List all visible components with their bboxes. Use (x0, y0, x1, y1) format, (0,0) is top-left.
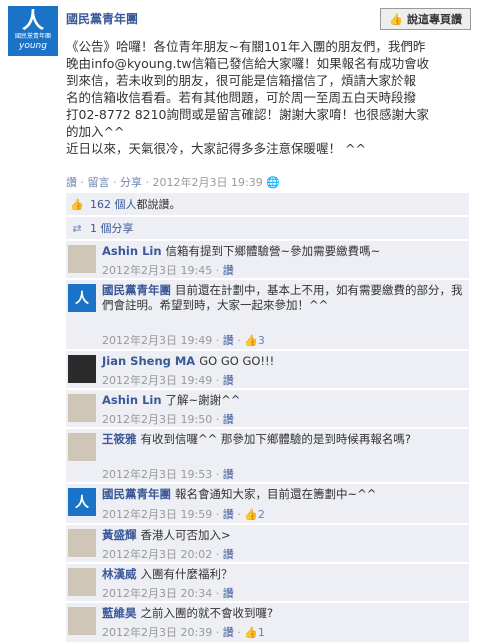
like-page-button[interactable]: 👍 說這專頁讚 (380, 8, 471, 30)
comment-meta: 2012年2月3日 19:45 · 讚 (102, 264, 234, 277)
comment-like-count[interactable]: 3 (258, 334, 265, 347)
page-avatar[interactable]: 人 國民黨青年團 young (8, 6, 58, 56)
post-meta: 讚 · 留言 · 分享 · 2012年2月3日 19:39 🌐 (66, 176, 280, 189)
comment-text: 入團有什麼福利？ (140, 567, 233, 581)
comment-item: 黃盛輝 香港人可否加入> 2012年2月3日 20:02 · 讚 (66, 524, 469, 562)
comment-meta: 2012年2月3日 19:53 · 讚 (102, 468, 234, 481)
commenter-avatar[interactable]: 人 (68, 488, 96, 516)
likes-count-link[interactable]: 162 個人 (90, 198, 137, 211)
comment-like-link[interactable]: 讚 (223, 508, 234, 521)
comment-like-link[interactable]: 讚 (223, 413, 234, 426)
logo-word-text: young (19, 41, 47, 51)
likes-text: 都說讚。 (136, 198, 181, 211)
comment-text: GO GO GO!!! (199, 354, 275, 368)
comment-like-link[interactable]: 讚 (223, 374, 234, 387)
comment-item: 人 國民黨青年團 目前還在計劃中，基本上不用，如有需要繳費的部分，我們會註明。希望… (66, 279, 469, 349)
post-line: 打02-8772 8210詢問或是留言確認！謝謝大家唷！也很感謝大家 (66, 107, 430, 122)
commenter-avatar[interactable] (68, 607, 96, 635)
kmt-logo-icon: 人 (21, 9, 44, 34)
comment-time[interactable]: 2012年2月3日 20:34 (102, 587, 212, 600)
comment-meta: 2012年2月3日 20:39 · 讚 · 👍1 (102, 626, 265, 639)
comment-time[interactable]: 2012年2月3日 19:45 (102, 264, 212, 277)
comment-meta: 2012年2月3日 20:34 · 讚 (102, 587, 234, 600)
comment-text: 香港人可否加入> (140, 528, 231, 542)
comment-item: 藍維昊 之前入團的就不會收到囉? 2012年2月3日 20:39 · 讚 · 👍1 (66, 602, 469, 642)
comment-like-link[interactable]: 讚 (223, 626, 234, 639)
comment-item: Ashin Lin 了解~謝謝^^ 2012年2月3日 19:50 · 讚 (66, 389, 469, 427)
comment-text: 報名會通知大家，目前還在籌劃中~^^ (175, 487, 377, 501)
comment-meta: 2012年2月3日 19:50 · 讚 (102, 413, 234, 426)
post-line: 《公告》哈囉！各位青年朋友~有關101年入團的朋友們，我們昨 (66, 39, 426, 54)
commenter-avatar[interactable] (68, 529, 96, 557)
comment-author[interactable]: 國民黨青年團 (102, 283, 171, 297)
comment-text: 有收到信囉^^ 那參加下鄉體驗的是到時候再報名嗎? (140, 432, 412, 446)
comment-author[interactable]: 王筱雅 (102, 432, 137, 446)
comment-author[interactable]: 藍維昊 (102, 606, 137, 620)
post-line: 到來信，若未收到的朋友，很可能是信箱擋信了，煩請大家於報 (66, 73, 417, 88)
comment-like-link[interactable]: 讚 (223, 587, 234, 600)
comment-author[interactable]: Ashin Lin (102, 244, 162, 258)
commenter-avatar[interactable] (68, 394, 96, 422)
comment-item: Ashin Lin 信箱有提到下鄉體驗營~參加需要繳費嗎~ 2012年2月3日 1… (66, 240, 469, 278)
comment-author[interactable]: 林漢威 (102, 567, 137, 581)
comment-like-link[interactable]: 讚 (223, 468, 234, 481)
shares-bar: ⇄ 1 個分享 (66, 217, 469, 239)
post-line: 近日以來，天氣很冷，大家記得多多注意保暖喔！ ^^ (66, 141, 366, 156)
logo-sub-text: 國民黨青年團 (14, 33, 51, 40)
shares-link[interactable]: 1 個分享 (90, 220, 134, 236)
comment-meta: 2012年2月3日 20:02 · 讚 (102, 548, 234, 561)
comment-like-link[interactable]: 讚 (223, 334, 234, 347)
thumbs-up-icon: 👍 (389, 12, 403, 26)
comment-like-count[interactable]: 1 (258, 626, 265, 639)
commenter-avatar[interactable] (68, 433, 96, 461)
comment-time[interactable]: 2012年2月3日 19:50 (102, 413, 212, 426)
share-icon: ⇄ (72, 221, 82, 235)
post-like-link[interactable]: 讚 (66, 176, 77, 189)
post-line: 晚由info@kyoung.tw信箱已發信給大家囉！如果報名有成功會收 (66, 56, 430, 71)
post-body: 《公告》哈囉！各位青年朋友~有關101年入團的朋友們，我們昨 晚由info@ky… (66, 38, 466, 157)
post-line: 的加入^^ (66, 124, 125, 139)
page-name-link[interactable]: 國民黨青年團 (66, 10, 138, 27)
comment-meta: 2012年2月3日 19:59 · 讚 · 👍2 (102, 508, 265, 521)
comment-text: 之前入團的就不會收到囉? (140, 606, 274, 620)
comment-like-link[interactable]: 讚 (223, 548, 234, 561)
comment-text: 信箱有提到下鄉體驗營~參加需要繳費嗎~ (165, 244, 381, 258)
commenter-avatar[interactable]: 人 (68, 284, 96, 312)
like-page-label: 說這專頁讚 (407, 13, 462, 26)
comment-author[interactable]: Ashin Lin (102, 393, 162, 407)
comment-author[interactable]: 國民黨青年團 (102, 487, 171, 501)
comment-author[interactable]: 黃盛輝 (102, 528, 137, 542)
comment-like-count[interactable]: 2 (258, 508, 265, 521)
likes-bar: 👍 162 個人都說讚。 (66, 193, 469, 215)
comment-like-link[interactable]: 讚 (223, 264, 234, 277)
comment-time[interactable]: 2012年2月3日 19:59 (102, 508, 212, 521)
post-comment-link[interactable]: 留言 (88, 176, 110, 189)
post-share-link[interactable]: 分享 (120, 176, 142, 189)
comment-item: 人 國民黨青年團 報名會通知大家，目前還在籌劃中~^^ 2012年2月3日 19:… (66, 483, 469, 523)
comment-time[interactable]: 2012年2月3日 20:39 (102, 626, 212, 639)
thumbs-up-icon: 👍 (244, 508, 258, 521)
comment-item: 王筱雅 有收到信囉^^ 那參加下鄉體驗的是到時候再報名嗎? 2012年2月3日 1… (66, 428, 469, 482)
comment-meta: 2012年2月3日 19:49 · 讚 (102, 374, 234, 387)
comment-time[interactable]: 2012年2月3日 19:49 (102, 374, 212, 387)
post-line: 名的信箱收信看看。若有其他問題，可於周一至周五白天時段撥 (66, 90, 417, 105)
globe-icon: 🌐 (266, 176, 280, 189)
thumbs-up-icon: 👍 (244, 626, 258, 639)
comment-text: 了解~謝謝^^ (165, 393, 241, 407)
comment-item: 林漢威 入團有什麼福利？ 2012年2月3日 20:34 · 讚 (66, 563, 469, 601)
comment-time[interactable]: 2012年2月3日 19:53 (102, 468, 212, 481)
commenter-avatar[interactable] (68, 568, 96, 596)
thumbs-up-icon: 👍 (244, 334, 258, 347)
comment-author[interactable]: Jian Sheng MA (102, 354, 195, 368)
commenter-avatar[interactable] (68, 355, 96, 383)
comment-time[interactable]: 2012年2月3日 20:02 (102, 548, 212, 561)
comment-meta: 2012年2月3日 19:49 · 讚 · 👍3 (102, 334, 265, 347)
comment-time[interactable]: 2012年2月3日 19:49 (102, 334, 212, 347)
commenter-avatar[interactable] (68, 245, 96, 273)
comment-item: Jian Sheng MA GO GO GO!!! 2012年2月3日 19:49… (66, 350, 469, 388)
thumbs-up-icon: 👍 (70, 197, 84, 211)
post-timestamp[interactable]: 2012年2月3日 19:39 (153, 176, 263, 189)
